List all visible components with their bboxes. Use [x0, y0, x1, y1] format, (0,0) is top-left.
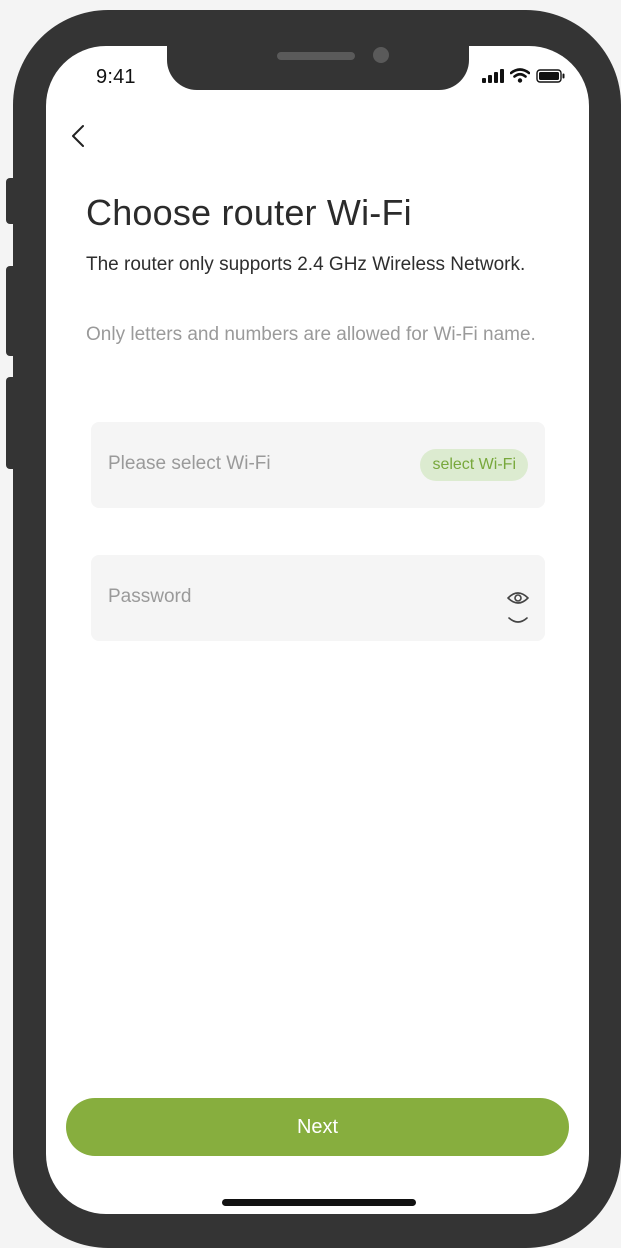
chevron-left-icon — [72, 125, 84, 147]
wifi-signal-icon — [510, 68, 530, 83]
password-placeholder: Password — [108, 586, 192, 607]
next-button[interactable]: Next — [66, 1098, 569, 1156]
speaker — [277, 52, 355, 60]
wifi-name-hint: Only letters and numbers are allowed for… — [86, 324, 536, 345]
home-indicator — [222, 1199, 416, 1206]
eye-icon — [507, 592, 529, 623]
password-field[interactable]: Password — [91, 555, 545, 641]
select-wifi-button[interactable]: select Wi-Fi — [420, 449, 528, 481]
notch — [167, 46, 469, 90]
back-button[interactable] — [66, 122, 94, 150]
status-time: 9:41 — [96, 66, 136, 88]
app-screen: 9:41 Choose router Wi-Fi The router only… — [46, 46, 589, 1214]
wifi-select-field[interactable]: Please select Wi-Fi select Wi-Fi — [91, 422, 545, 508]
password-visibility-toggle[interactable] — [505, 586, 531, 626]
wifi-placeholder: Please select Wi-Fi — [108, 453, 271, 474]
page-subtitle: The router only supports 2.4 GHz Wireles… — [86, 254, 526, 275]
page-title: Choose router Wi-Fi — [86, 192, 412, 233]
camera — [373, 47, 389, 63]
battery-icon — [536, 68, 565, 83]
cellular-signal-icon — [482, 68, 504, 83]
status-icons — [482, 68, 565, 83]
